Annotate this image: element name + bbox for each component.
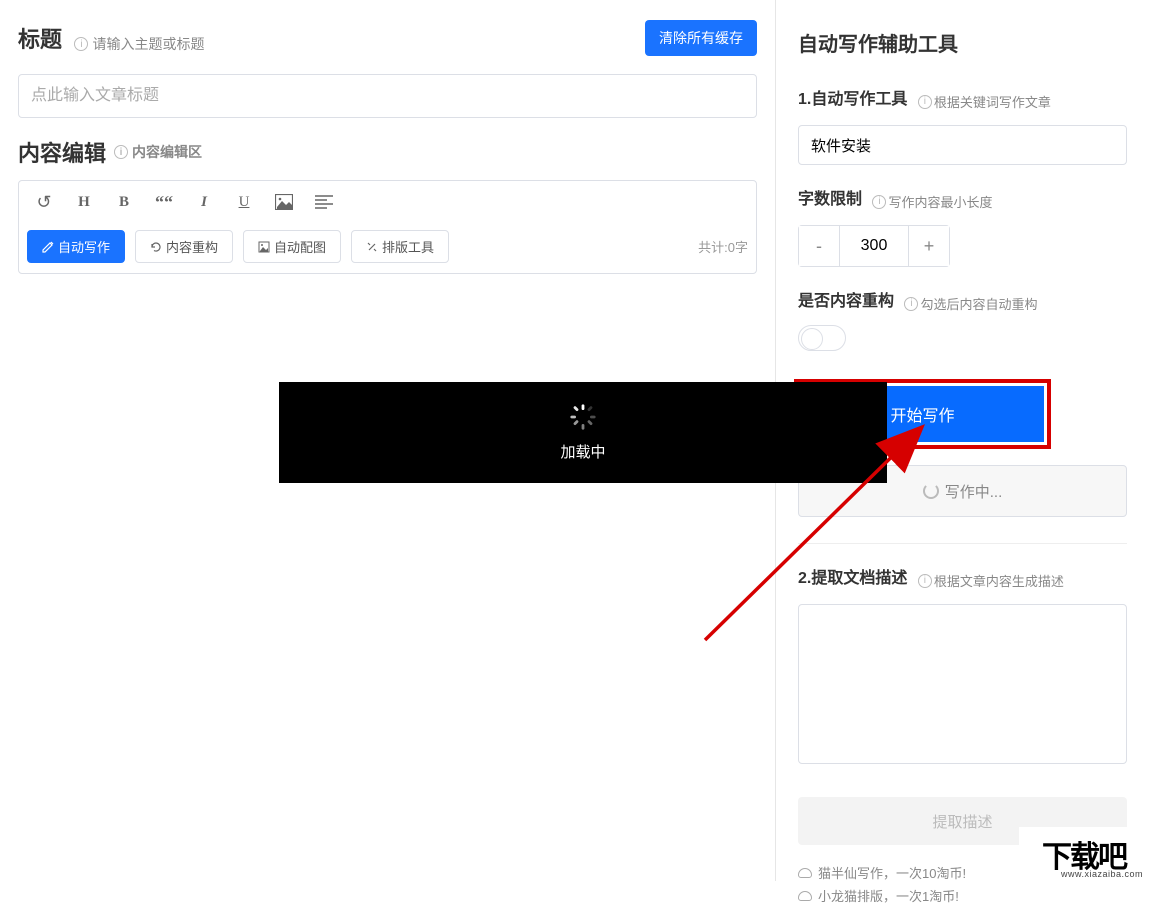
content-edit-hint: i 内容编辑区 xyxy=(114,142,202,162)
auto-write-button[interactable]: 自动写作 xyxy=(27,230,125,263)
info-icon: i xyxy=(114,145,128,159)
loading-spinner-icon xyxy=(569,403,597,431)
title-hint: i 请输入主题或标题 xyxy=(74,34,204,54)
word-counter: 共计:0字 xyxy=(698,237,748,256)
cloud-icon xyxy=(798,868,812,878)
picture-icon xyxy=(258,241,270,253)
content-edit-label: 内容编辑 xyxy=(18,136,106,168)
title-label: 标题 xyxy=(18,27,62,52)
layout-tool-button[interactable]: 排版工具 xyxy=(351,230,449,263)
align-icon[interactable] xyxy=(313,191,335,213)
article-title-input[interactable] xyxy=(18,74,757,118)
undo-icon[interactable]: ↺ xyxy=(33,191,55,213)
side-heading: 自动写作辅助工具 xyxy=(798,28,1127,57)
info-icon: i xyxy=(872,195,886,209)
auto-image-button[interactable]: 自动配图 xyxy=(243,230,341,263)
loading-text: 加载中 xyxy=(560,441,605,462)
loading-overlay: 加载中 xyxy=(279,382,887,483)
sec2-hint: i 根据文章内容生成描述 xyxy=(918,571,1064,590)
info-icon: i xyxy=(74,37,88,51)
watermark-logo: 下载吧 www.xiazaiba.com xyxy=(1019,827,1149,881)
pencil-icon xyxy=(42,241,54,253)
stepper-plus-button[interactable]: + xyxy=(909,226,949,266)
sec1-label: 1.自动写作工具 xyxy=(798,91,907,108)
stepper-value-input[interactable] xyxy=(839,226,909,266)
image-icon[interactable] xyxy=(273,191,295,213)
quote-icon[interactable]: ““ xyxy=(153,191,175,213)
sec2-label: 2.提取文档描述 xyxy=(798,570,907,587)
rebuild-label: 是否内容重构 xyxy=(798,293,894,310)
refresh-icon xyxy=(150,241,162,253)
word-limit-label: 字数限制 xyxy=(798,191,862,208)
clear-cache-button[interactable]: 清除所有缓存 xyxy=(645,20,757,56)
underline-icon[interactable]: U xyxy=(233,191,255,213)
rebuild-toggle[interactable] xyxy=(798,325,846,351)
bold-icon[interactable]: B xyxy=(113,191,135,213)
info-icon: i xyxy=(904,297,918,311)
description-textarea[interactable] xyxy=(798,604,1127,764)
heading-icon[interactable]: H xyxy=(73,191,95,213)
word-limit-hint: i 写作内容最小长度 xyxy=(872,192,992,211)
italic-icon[interactable]: I xyxy=(193,191,215,213)
info-icon: i xyxy=(918,574,932,588)
writing-status-text: 写作中... xyxy=(945,481,1003,502)
word-limit-stepper: - + xyxy=(798,225,950,267)
action-toolbar: 自动写作 内容重构 自动配图 排版工具 共计:0字 xyxy=(19,224,756,273)
cloud-icon xyxy=(798,891,812,901)
tool-icon xyxy=(366,241,378,253)
stepper-minus-button[interactable]: - xyxy=(799,226,839,266)
side-divider xyxy=(798,543,1127,544)
loading-spinner-icon xyxy=(923,483,939,499)
rebuild-hint: i 勾选后内容自动重构 xyxy=(904,294,1037,313)
keyword-input[interactable] xyxy=(798,125,1127,165)
editor-container: ↺ H B ““ I U 自动写作 内 xyxy=(18,180,757,274)
info-icon: i xyxy=(918,95,932,109)
content-rebuild-button[interactable]: 内容重构 xyxy=(135,230,233,263)
sec1-hint: i 根据关键词写作文章 xyxy=(918,92,1051,111)
format-toolbar: ↺ H B ““ I U xyxy=(19,181,756,224)
